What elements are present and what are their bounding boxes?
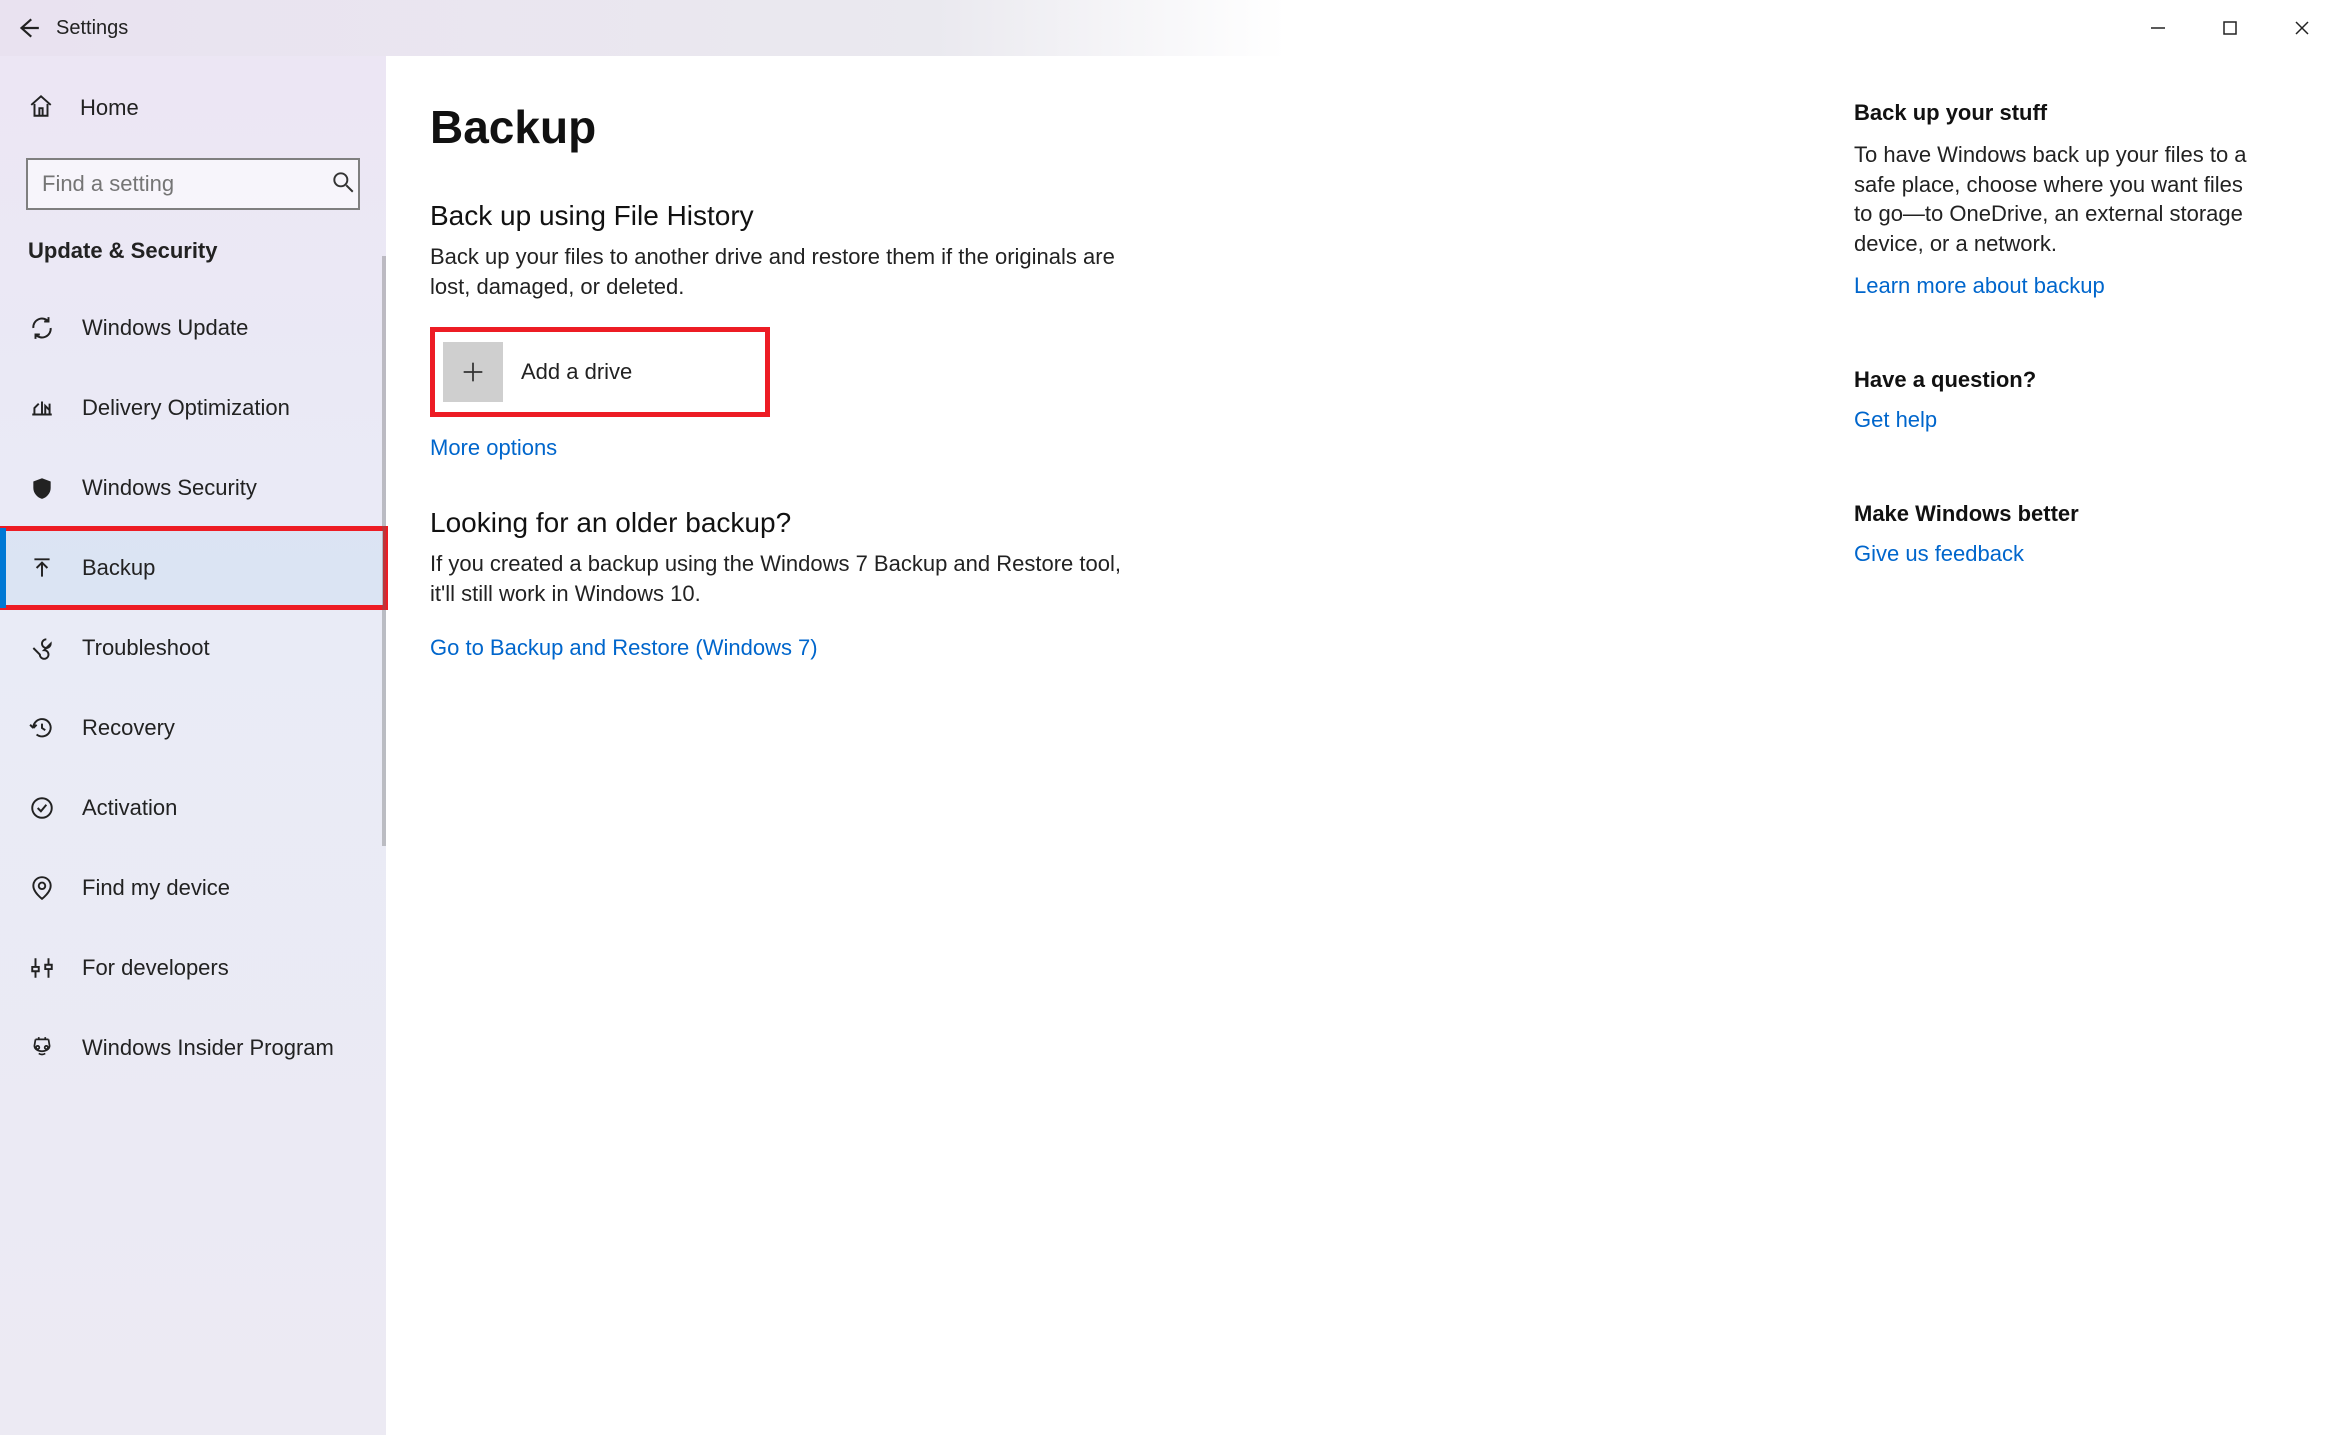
maximize-icon bbox=[2221, 19, 2239, 37]
shield-icon bbox=[28, 474, 56, 502]
close-icon bbox=[2293, 19, 2311, 37]
sidebar-item-label: Troubleshoot bbox=[82, 635, 210, 661]
learn-more-link[interactable]: Learn more about backup bbox=[1854, 273, 2105, 299]
side-feedback-heading: Make Windows better bbox=[1854, 501, 2254, 527]
sidebar-item-label: Delivery Optimization bbox=[82, 395, 290, 421]
sidebar-item-windows-update[interactable]: Windows Update bbox=[0, 288, 386, 368]
sync-icon bbox=[28, 314, 56, 342]
file-history-heading: Back up using File History bbox=[430, 200, 1130, 232]
backup-icon bbox=[28, 554, 56, 582]
give-feedback-link[interactable]: Give us feedback bbox=[1854, 541, 2024, 567]
checkmark-circle-icon bbox=[28, 794, 56, 822]
back-button[interactable] bbox=[0, 15, 56, 41]
location-icon bbox=[28, 874, 56, 902]
side-question-heading: Have a question? bbox=[1854, 367, 2254, 393]
add-drive-highlight: Add a drive bbox=[430, 327, 770, 417]
close-button[interactable] bbox=[2266, 4, 2338, 52]
get-help-link[interactable]: Get help bbox=[1854, 407, 1937, 433]
sidebar-item-label: Recovery bbox=[82, 715, 175, 741]
sidebar-home-label: Home bbox=[80, 95, 139, 121]
home-icon bbox=[28, 93, 54, 124]
older-backup-description: If you created a backup using the Window… bbox=[430, 549, 1130, 608]
sidebar-item-label: Find my device bbox=[82, 875, 230, 901]
sidebar-item-find-my-device[interactable]: Find my device bbox=[0, 848, 386, 928]
sidebar-item-troubleshoot[interactable]: Troubleshoot bbox=[0, 608, 386, 688]
plus-icon bbox=[443, 342, 503, 402]
sidebar-item-label: Windows Security bbox=[82, 475, 257, 501]
more-options-link[interactable]: More options bbox=[430, 435, 557, 461]
history-icon bbox=[28, 714, 56, 742]
search-input-field[interactable] bbox=[42, 171, 330, 197]
minimize-icon bbox=[2149, 19, 2167, 37]
sidebar-item-windows-insider[interactable]: Windows Insider Program bbox=[0, 1008, 386, 1088]
maximize-button[interactable] bbox=[2194, 4, 2266, 52]
add-drive-label: Add a drive bbox=[521, 359, 632, 385]
sidebar-item-windows-security[interactable]: Windows Security bbox=[0, 448, 386, 528]
file-history-description: Back up your files to another drive and … bbox=[430, 242, 1130, 301]
tools-icon bbox=[28, 954, 56, 982]
wrench-icon bbox=[28, 634, 56, 662]
search-input[interactable] bbox=[26, 158, 360, 210]
sidebar-item-delivery-optimization[interactable]: Delivery Optimization bbox=[0, 368, 386, 448]
side-stuff-heading: Back up your stuff bbox=[1854, 100, 2254, 126]
sidebar-item-activation[interactable]: Activation bbox=[0, 768, 386, 848]
search-icon bbox=[330, 169, 356, 200]
sidebar-item-label: Windows Insider Program bbox=[82, 1035, 334, 1061]
sidebar-item-label: For developers bbox=[82, 955, 229, 981]
sidebar-item-backup[interactable]: Backup bbox=[0, 528, 386, 608]
minimize-button[interactable] bbox=[2122, 4, 2194, 52]
sidebar-item-label: Backup bbox=[82, 555, 155, 581]
sidebar-item-label: Activation bbox=[82, 795, 177, 821]
page-title: Backup bbox=[430, 100, 1130, 154]
sidebar-category: Update & Security bbox=[0, 232, 386, 288]
sidebar-item-label: Windows Update bbox=[82, 315, 248, 341]
backup-restore-link[interactable]: Go to Backup and Restore (Windows 7) bbox=[430, 635, 818, 661]
add-drive-button[interactable]: Add a drive bbox=[443, 342, 747, 402]
side-stuff-description: To have Windows back up your files to a … bbox=[1854, 140, 2254, 259]
sidebar-item-for-developers[interactable]: For developers bbox=[0, 928, 386, 1008]
sidebar-item-recovery[interactable]: Recovery bbox=[0, 688, 386, 768]
sidebar-home[interactable]: Home bbox=[0, 76, 386, 140]
optimization-icon bbox=[28, 394, 56, 422]
insider-icon bbox=[28, 1034, 56, 1062]
arrow-left-icon bbox=[15, 15, 41, 41]
older-backup-heading: Looking for an older backup? bbox=[430, 507, 1130, 539]
scrollbar[interactable] bbox=[382, 256, 386, 846]
window-title: Settings bbox=[56, 17, 128, 40]
